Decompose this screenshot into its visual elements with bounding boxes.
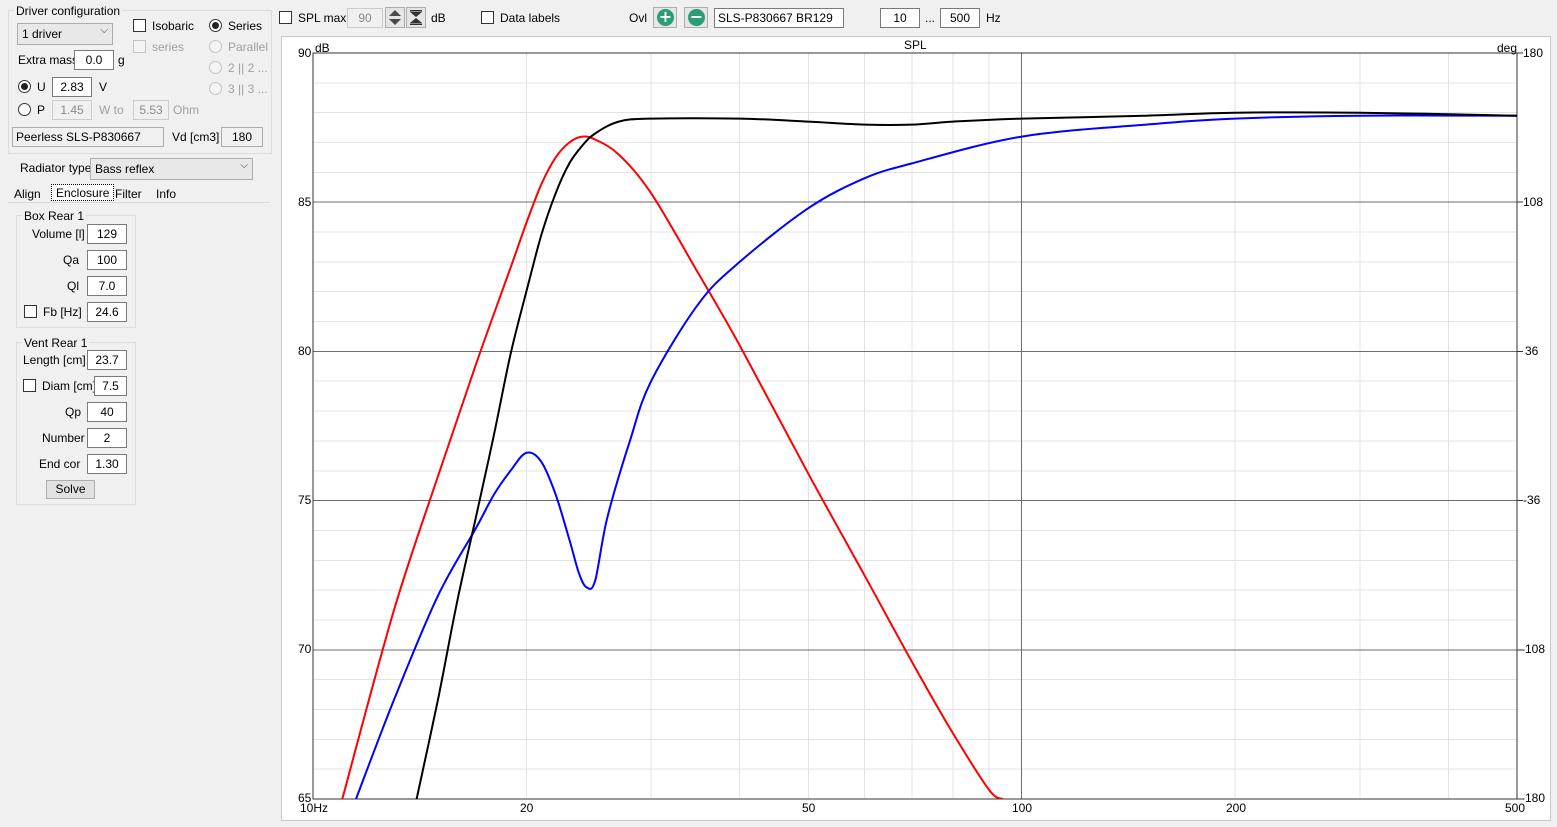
series-line-2 <box>355 114 1517 799</box>
plot-frame <box>312 52 1518 800</box>
series-line-3 <box>415 111 1517 799</box>
series-line-1 <box>341 135 1004 799</box>
spl-chart[interactable] <box>0 0 1557 827</box>
